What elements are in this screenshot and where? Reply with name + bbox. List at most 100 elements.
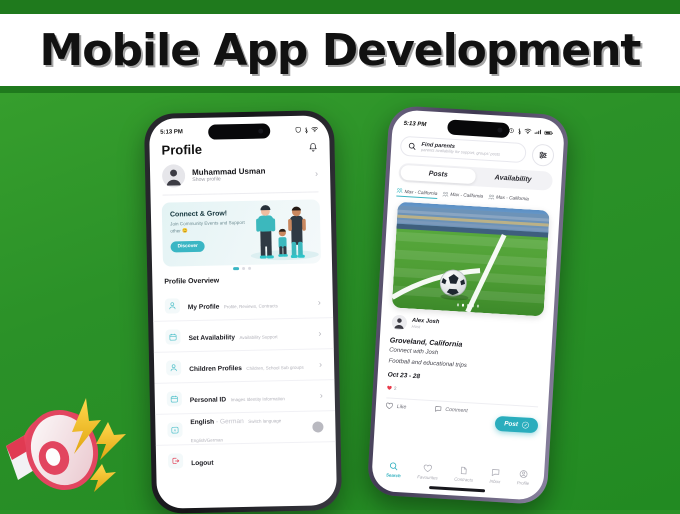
tab-availability[interactable]: Availability bbox=[475, 169, 551, 188]
home-indicator bbox=[429, 486, 486, 493]
carousel-dot[interactable] bbox=[242, 266, 246, 271]
post-image[interactable] bbox=[391, 201, 550, 317]
left-status-time: 5:13 PM bbox=[160, 129, 183, 136]
filter-chip[interactable]: Max - California bbox=[488, 193, 529, 204]
promo-body: Join Community Events and Support other … bbox=[170, 219, 245, 234]
comment-button[interactable]: Comment bbox=[434, 405, 468, 414]
left-header: Profile bbox=[149, 139, 329, 158]
user-circle-icon bbox=[519, 470, 528, 478]
stadium-photo bbox=[391, 201, 550, 317]
chat-icon bbox=[491, 469, 500, 476]
svg-text:A: A bbox=[174, 428, 177, 432]
nav-item-contracts[interactable]: Contracts bbox=[454, 466, 474, 483]
list-item-set-availability[interactable]: Set Availability Availability Support › bbox=[153, 318, 334, 353]
image-dot[interactable] bbox=[461, 304, 465, 307]
search-input[interactable]: Find parents parents availability for su… bbox=[399, 135, 527, 164]
image-dot[interactable] bbox=[466, 304, 470, 308]
image-dot[interactable] bbox=[456, 303, 460, 307]
like-count: 2 bbox=[393, 385, 397, 391]
language-icon: A bbox=[167, 421, 183, 438]
logout-icon bbox=[167, 453, 184, 469]
post-button[interactable]: Post bbox=[494, 415, 539, 434]
profile-subtitle: Show profile bbox=[192, 176, 221, 184]
list-item-my-profile[interactable]: My Profile Profile, Reviews, Contracts › bbox=[152, 287, 334, 322]
profile-overview-list: My Profile Profile, Reviews, Contracts ›… bbox=[152, 287, 337, 477]
calendar-icon bbox=[165, 328, 181, 345]
list-item-title: Logout bbox=[191, 459, 214, 467]
group-icon bbox=[396, 188, 403, 194]
bell-icon[interactable] bbox=[308, 142, 317, 152]
post-line-1: Connect with Josh bbox=[388, 347, 439, 357]
image-dot[interactable] bbox=[471, 304, 475, 308]
nav-label: Favourites bbox=[417, 474, 438, 481]
heart-icon bbox=[386, 402, 393, 409]
list-item-logout[interactable]: Logout bbox=[156, 442, 337, 477]
heart-filled-icon bbox=[387, 385, 392, 390]
nav-label: Contracts bbox=[454, 476, 474, 483]
comment-label: Comment bbox=[445, 406, 468, 414]
bottom-navigation: Search Favourites Contracts Inbox Profil… bbox=[372, 461, 545, 487]
promo-heading: Connect & Grow! bbox=[169, 210, 228, 219]
chevron-right-icon: › bbox=[314, 167, 319, 178]
like-label: Like bbox=[396, 403, 407, 411]
wifi-icon bbox=[311, 126, 319, 133]
image-dot[interactable] bbox=[476, 304, 480, 308]
bluetooth-icon bbox=[518, 127, 522, 135]
left-phone-screen: 5:13 PM Profile Muhammad Usman Show prof… bbox=[148, 115, 338, 509]
post-location: Groveland, California bbox=[389, 335, 463, 349]
nav-item-favourites[interactable]: Favourites bbox=[417, 463, 438, 481]
list-item-children-profiles[interactable]: Children Profiles Children, School Sub g… bbox=[153, 349, 335, 384]
nav-item-inbox[interactable]: Inbox bbox=[489, 468, 501, 485]
user-icon bbox=[164, 297, 181, 314]
list-item-title: English bbox=[190, 418, 215, 427]
filter-icon bbox=[539, 151, 547, 159]
discover-button[interactable]: Discover bbox=[170, 241, 206, 253]
filter-chip-label: Max - California bbox=[404, 188, 438, 196]
list-item-subtitle: Profile, Reviews, Contracts bbox=[223, 303, 278, 310]
post-button-label: Post bbox=[503, 420, 519, 429]
megaphone-icon bbox=[6, 398, 126, 492]
profile-summary-row[interactable]: Muhammad Usman Show profile › bbox=[150, 161, 330, 188]
signal-icon bbox=[534, 129, 542, 135]
list-item-title: Personal ID bbox=[189, 396, 227, 405]
post-line-2: Football and educational trips bbox=[388, 358, 467, 370]
chevron-right-icon: › bbox=[318, 328, 322, 339]
right-status-time: 5:13 PM bbox=[403, 120, 427, 129]
profile-name: Muhammad Usman bbox=[191, 166, 266, 177]
tab-posts[interactable]: Posts bbox=[400, 164, 477, 185]
post-host[interactable]: Alex Josh Host bbox=[391, 314, 439, 333]
chevron-right-icon: › bbox=[317, 297, 321, 308]
filter-chip[interactable]: Max - California bbox=[442, 190, 483, 201]
list-item-language[interactable]: A English - German Switch language Engli… bbox=[155, 411, 336, 446]
carousel-dot[interactable] bbox=[248, 266, 252, 270]
list-item-subtitle: Images Identity Information bbox=[230, 396, 285, 403]
promo-card[interactable]: Connect & Grow! Join Community Events an… bbox=[161, 199, 321, 267]
left-phone-mockup: 5:13 PM Profile Muhammad Usman Show prof… bbox=[143, 110, 343, 514]
avatar bbox=[161, 164, 186, 188]
header-banner: Mobile App Development bbox=[0, 14, 680, 86]
filter-chip-label: Max - California bbox=[450, 191, 484, 199]
nav-item-profile[interactable]: Profile bbox=[517, 469, 530, 486]
nav-label: Profile bbox=[516, 480, 530, 486]
group-icon bbox=[488, 194, 494, 199]
list-item-subtitle: Children, School Sub groups bbox=[246, 364, 304, 371]
post-date: Oct 23 - 28 bbox=[387, 371, 421, 381]
edit-icon bbox=[522, 421, 529, 429]
user-photo-icon bbox=[391, 314, 407, 330]
like-button[interactable]: Like bbox=[386, 402, 407, 410]
list-item-title: My Profile bbox=[187, 303, 220, 312]
left-page-title: Profile bbox=[161, 141, 203, 158]
nav-item-search[interactable]: Search bbox=[386, 461, 402, 478]
chevron-right-icon: › bbox=[319, 390, 323, 401]
language-toggle[interactable] bbox=[312, 420, 324, 433]
list-item-title: Children Profiles bbox=[189, 365, 243, 374]
filter-chip-label: Max - California bbox=[495, 194, 530, 202]
filter-button[interactable] bbox=[531, 143, 555, 167]
filter-chip[interactable]: Max - California bbox=[396, 187, 438, 199]
avatar bbox=[391, 314, 408, 331]
nav-label: Inbox bbox=[489, 478, 501, 485]
wifi-icon bbox=[524, 128, 532, 134]
carousel-dot[interactable] bbox=[233, 267, 240, 271]
dynamic-island bbox=[208, 123, 271, 140]
user-icon bbox=[165, 359, 182, 376]
